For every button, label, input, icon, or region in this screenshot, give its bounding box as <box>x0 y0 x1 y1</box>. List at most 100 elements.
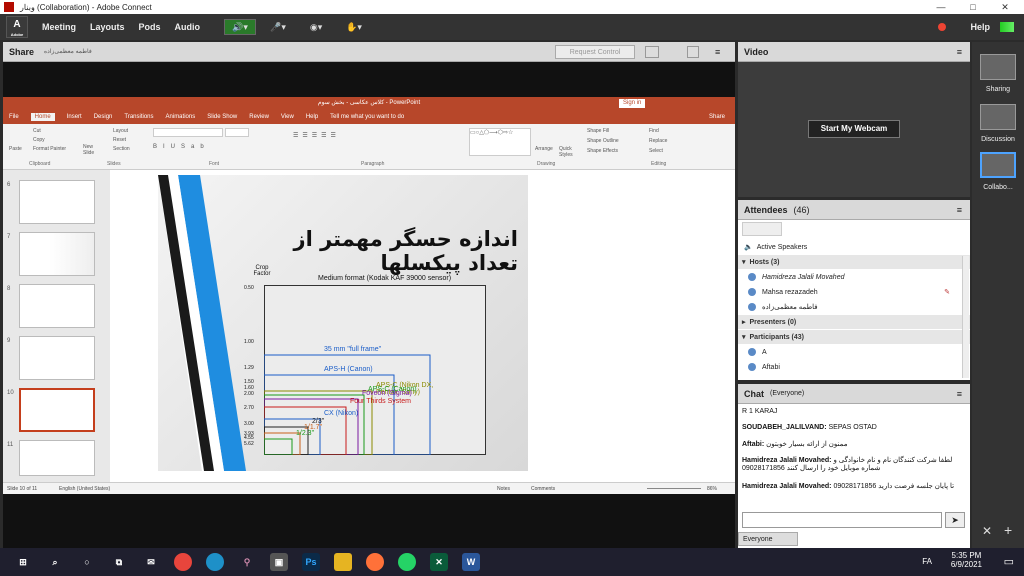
zoom-slider[interactable] <box>647 488 701 489</box>
layout-button[interactable]: Layout <box>113 128 128 134</box>
reset-button[interactable]: Reset <box>113 137 126 143</box>
notifications-icon[interactable]: ▭ <box>1004 555 1014 568</box>
menu-meeting[interactable]: Meeting <box>42 22 76 32</box>
pod-menu-icon[interactable]: ≡ <box>957 389 962 399</box>
photoshop-icon[interactable]: Ps <box>302 553 320 571</box>
format-painter-button[interactable]: Format Painter <box>33 146 66 152</box>
start-webcam-button[interactable]: Start My Webcam <box>808 120 900 138</box>
arrange-button[interactable]: Arrange <box>535 146 553 152</box>
ppt-tab-design[interactable]: Design <box>94 114 113 120</box>
shape-effects-button[interactable]: Shape Effects <box>587 148 618 154</box>
ppt-share-button[interactable]: Share <box>709 114 725 120</box>
attendee-row[interactable]: Mahsa rezazadeh ✎ <box>738 285 970 299</box>
pod-menu-icon[interactable]: ≡ <box>957 47 962 57</box>
ppt-tab-view[interactable]: View <box>281 114 294 120</box>
paragraph-buttons[interactable]: ☰☰☰☰☰ <box>293 132 340 139</box>
attendee-view-toolbar[interactable] <box>742 222 782 236</box>
start-icon[interactable]: ⊞ <box>14 553 32 571</box>
shape-fill-button[interactable]: Shape Fill <box>587 128 609 134</box>
slide-thumbnail[interactable] <box>19 336 95 380</box>
font-format-buttons[interactable]: BIUSab <box>153 144 210 150</box>
ppt-tab-review[interactable]: Review <box>249 114 269 120</box>
layout-sharing-thumbnail[interactable] <box>980 54 1016 80</box>
hosts-group-header[interactable]: ▾ Hosts (3) <box>738 255 970 269</box>
close-button[interactable]: ✕ <box>990 0 1020 14</box>
ppt-tab-insert[interactable]: Insert <box>67 114 82 120</box>
word-icon[interactable]: W <box>462 553 480 571</box>
tools-icon[interactable]: ✕ <box>982 524 992 538</box>
ppt-tell-me[interactable]: Tell me what you want to do <box>330 114 404 120</box>
attendee-row[interactable]: A <box>738 345 970 359</box>
language-indicator[interactable]: FA <box>922 557 932 566</box>
adobe-connect-icon[interactable]: ✕ <box>430 553 448 571</box>
slide-thumbnail[interactable] <box>19 232 95 276</box>
ppt-tab-slideshow[interactable]: Slide Show <box>207 114 237 120</box>
system-clock[interactable]: 5:35 PM 6/9/2021 <box>951 551 982 569</box>
maximize-button[interactable]: □ <box>958 0 988 14</box>
whatsapp-icon[interactable] <box>398 553 416 571</box>
ppt-tab-animations[interactable]: Animations <box>166 114 196 120</box>
zoom-level[interactable]: 86% <box>707 486 717 492</box>
cortana-icon[interactable]: ○ <box>78 553 96 571</box>
ppt-tab-file[interactable]: File <box>9 114 19 120</box>
layout-collaboration-thumbnail[interactable] <box>980 152 1016 178</box>
shape-outline-button[interactable]: Shape Outline <box>587 138 619 144</box>
request-control-button[interactable]: Request Control <box>555 44 635 59</box>
firefox-icon[interactable] <box>366 553 384 571</box>
new-slide-button[interactable]: New Slide <box>83 144 101 156</box>
ppt-tab-home[interactable]: Home <box>30 113 55 121</box>
maps-icon[interactable]: ⚲ <box>238 553 256 571</box>
add-layout-icon[interactable]: + <box>1004 522 1012 538</box>
quick-styles-button[interactable]: Quick Styles <box>559 146 581 158</box>
chat-recipient-tab[interactable]: Everyone <box>738 532 798 546</box>
ppt-tab-help[interactable]: Help <box>306 114 318 120</box>
notes-button[interactable]: Notes <box>497 486 510 492</box>
comments-button[interactable]: Comments <box>531 486 555 492</box>
font-size-box[interactable] <box>225 128 249 137</box>
menu-pods[interactable]: Pods <box>139 22 161 32</box>
cut-button[interactable]: Cut <box>33 128 41 134</box>
chat-input[interactable] <box>742 512 942 528</box>
replace-button[interactable]: Replace <box>649 138 667 144</box>
slide-thumbnail[interactable] <box>19 284 95 328</box>
store-icon[interactable]: ▣ <box>270 553 288 571</box>
ppt-tab-transitions[interactable]: Transitions <box>124 114 153 120</box>
task-view-icon[interactable]: ⧉ <box>110 553 128 571</box>
slide-thumbnail[interactable] <box>19 180 95 224</box>
paste-button[interactable]: Paste <box>9 146 22 152</box>
copy-button[interactable]: Copy <box>33 137 45 143</box>
participants-group-header[interactable]: ▾ Participants (43) <box>738 330 970 344</box>
attendee-row[interactable]: Hamidreza Jalali Movahed <box>738 270 970 284</box>
slide-thumbnail-selected[interactable] <box>19 388 95 432</box>
menu-audio[interactable]: Audio <box>175 22 201 32</box>
full-screen-icon[interactable] <box>687 45 699 58</box>
presenters-group-header[interactable]: ▸ Presenters (0) <box>738 315 970 329</box>
minimize-button[interactable]: — <box>926 0 956 14</box>
attendee-row[interactable]: Aftabi <box>738 360 970 374</box>
menu-layouts[interactable]: Layouts <box>90 22 125 32</box>
attendees-scrollbar[interactable] <box>962 256 969 378</box>
fit-width-icon[interactable] <box>645 45 659 58</box>
webcam-button[interactable]: ◉▾ <box>300 19 333 35</box>
file-explorer-icon[interactable] <box>334 553 352 571</box>
select-button[interactable]: Select <box>649 148 663 154</box>
pod-menu-icon[interactable]: ≡ <box>957 205 962 215</box>
help-menu[interactable]: Help <box>970 22 990 32</box>
speaker-button[interactable]: 🔊▾ <box>224 19 257 35</box>
chat-send-button[interactable]: ➤ <box>945 512 965 528</box>
ppt-signin-button[interactable]: Sign in <box>619 99 646 108</box>
attendee-row[interactable]: فاطمه معظمی‌زاده <box>738 300 970 314</box>
slide-thumbnail[interactable] <box>19 440 95 476</box>
section-button[interactable]: Section <box>113 146 130 152</box>
search-icon[interactable]: ⌕ <box>46 553 64 571</box>
chrome-icon[interactable] <box>174 553 192 571</box>
layout-discussion-thumbnail[interactable] <box>980 104 1016 130</box>
edge-icon[interactable] <box>206 553 224 571</box>
raise-hand-button[interactable]: ✋▾ <box>338 19 371 35</box>
microphone-button[interactable]: 🎤▾ <box>262 19 295 35</box>
font-name-box[interactable] <box>153 128 223 137</box>
shapes-gallery[interactable]: ▭○△⬠⟶⬡⇨☆ <box>469 128 531 156</box>
mail-icon[interactable]: ✉ <box>142 553 160 571</box>
pod-menu-icon[interactable]: ≡ <box>715 47 720 57</box>
find-button[interactable]: Find <box>649 128 659 134</box>
